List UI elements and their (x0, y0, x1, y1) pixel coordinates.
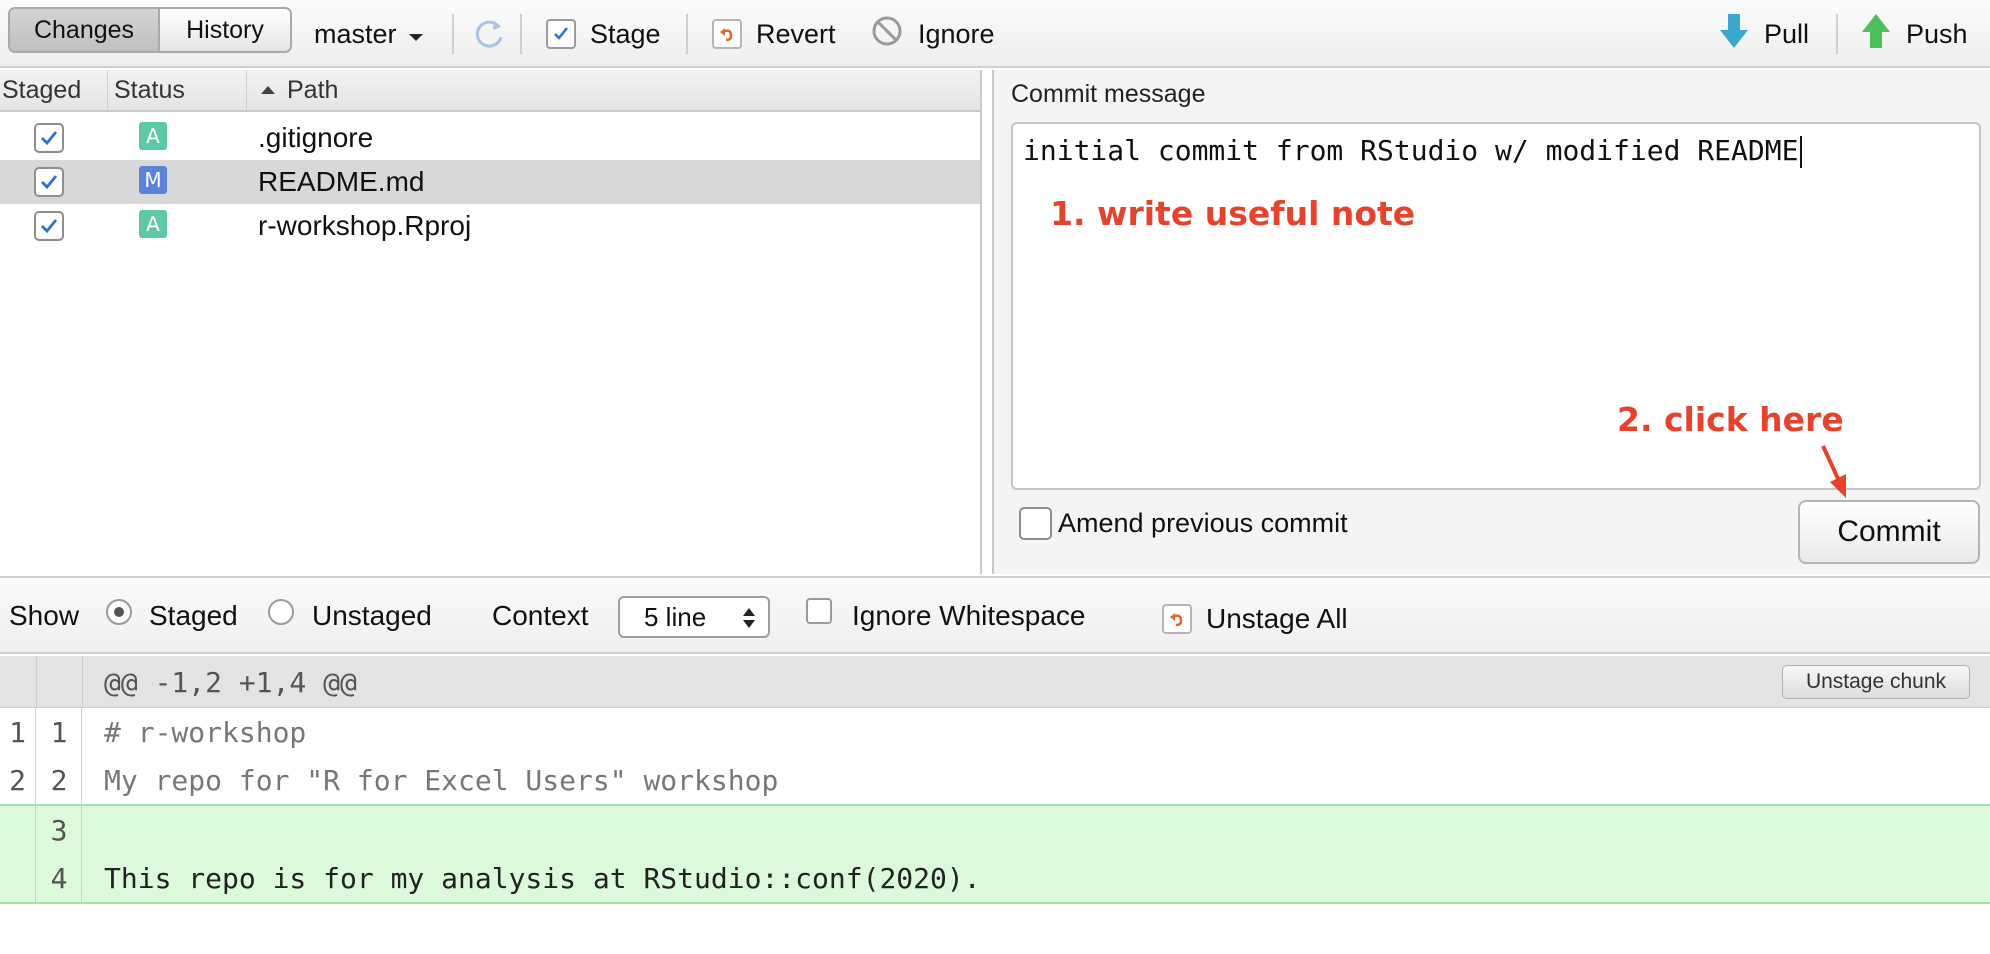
toolbar-divider (520, 14, 522, 54)
old-line-number (0, 806, 36, 854)
changed-files-table: Staged Status Path A .gitignore M README… (0, 70, 982, 574)
column-header-staged[interactable]: Staged (0, 70, 108, 110)
file-path: .gitignore (258, 122, 374, 153)
hunk-header: @@ -1,2 +1,4 @@ Unstage chunk (0, 656, 1990, 708)
checkmark-icon (41, 131, 58, 146)
push-label: Push (1906, 18, 1968, 49)
diff-line-text: My repo for "R for Excel Users" workshop (104, 763, 779, 797)
refresh-button[interactable] (470, 12, 508, 56)
staged-checkbox[interactable] (34, 167, 64, 197)
toolbar-divider (452, 14, 454, 54)
table-row[interactable]: M README.md (0, 160, 980, 204)
commit-pane: Commit message initial commit from RStud… (992, 70, 1990, 574)
old-line-number (0, 854, 36, 902)
amend-checkbox[interactable] (1019, 507, 1052, 540)
old-line-number: 1 (0, 708, 36, 756)
checkmark-icon (41, 175, 58, 190)
revert-icon (712, 19, 742, 49)
ignore-whitespace-label: Ignore Whitespace (852, 600, 1086, 631)
staged-checkbox[interactable] (34, 211, 64, 241)
sort-ascending-icon (261, 86, 275, 94)
toolbar-divider (1836, 14, 1838, 54)
file-path: README.md (258, 166, 425, 197)
new-line-number: 2 (37, 756, 82, 804)
refresh-icon (475, 20, 503, 48)
diff-line: 1 1 # r-workshop (0, 708, 1990, 756)
status-badge: A (139, 122, 167, 150)
stage-checkbox-icon (546, 19, 576, 49)
diff-line-added: 3 (0, 806, 1990, 854)
ignore-label: Ignore (918, 18, 995, 49)
added-block-border (0, 902, 1990, 904)
file-path: r-workshop.Rproj (258, 210, 472, 241)
column-header-path-label: Path (287, 75, 339, 104)
unstaged-radio-label: Unstaged (312, 600, 432, 631)
amend-label: Amend previous commit (1058, 508, 1348, 538)
revert-button[interactable]: Revert (712, 12, 836, 56)
table-row[interactable]: A r-workshop.Rproj (0, 204, 980, 248)
tab-history[interactable]: History (160, 9, 290, 51)
diff-line-added: 4 This repo is for my analysis at RStudi… (0, 854, 1990, 902)
hunk-gutter (0, 656, 83, 708)
staged-radio-label: Staged (149, 600, 238, 631)
tab-changes[interactable]: Changes (10, 9, 160, 51)
push-button[interactable]: Push (1860, 12, 1968, 56)
toolbar-divider (686, 14, 688, 54)
stage-label: Stage (590, 18, 661, 49)
chevron-down-icon (408, 33, 423, 41)
checkmark-icon (41, 219, 58, 234)
commit-message-label: Commit message (1011, 80, 1206, 108)
ignore-button[interactable]: Ignore (870, 12, 995, 56)
show-label: Show (9, 600, 80, 631)
context-select-value: 5 line (644, 601, 707, 632)
commit-message-value: initial commit from RStudio w/ modified … (1023, 134, 1799, 167)
unstaged-radio[interactable] (268, 599, 294, 625)
pull-button[interactable]: Pull (1718, 12, 1809, 56)
table-header: Staged Status Path (0, 70, 980, 112)
annotation-click-here: 2. click here (1617, 400, 1844, 439)
revert-label: Revert (756, 18, 836, 49)
diff-viewer: @@ -1,2 +1,4 @@ Unstage chunk 1 1 # r-wo… (0, 656, 1990, 954)
unstage-chunk-button[interactable]: Unstage chunk (1782, 665, 1970, 699)
hunk-header-text: @@ -1,2 +1,4 @@ (104, 665, 357, 699)
unstage-all-button[interactable]: Unstage All (1162, 578, 1348, 654)
status-badge: A (139, 210, 167, 238)
commit-message-text: initial commit from RStudio w/ modified … (1023, 134, 1803, 168)
branch-name: master (314, 18, 397, 49)
staged-radio[interactable] (106, 599, 132, 625)
commit-button[interactable]: Commit (1798, 500, 1980, 564)
column-header-path[interactable]: Path (247, 70, 980, 110)
unstage-all-label: Unstage All (1206, 603, 1348, 634)
branch-selector[interactable]: master (314, 12, 423, 56)
column-header-status[interactable]: Status (108, 70, 247, 110)
unstage-all-icon (1162, 604, 1192, 634)
diff-options-bar: Show Staged Unstaged Context 5 line Igno… (0, 576, 1990, 654)
diff-line-text: This repo is for my analysis at RStudio:… (104, 861, 981, 895)
context-label: Context (492, 600, 589, 631)
ignore-icon (870, 14, 904, 55)
stage-button[interactable]: Stage (546, 12, 661, 56)
select-arrows-icon (743, 608, 755, 628)
old-line-number: 2 (0, 756, 36, 804)
view-tabs: Changes History (8, 7, 292, 53)
pull-label: Pull (1764, 18, 1810, 49)
ignore-whitespace-checkbox[interactable] (806, 598, 832, 624)
staged-checkbox[interactable] (34, 123, 64, 153)
text-cursor (1800, 136, 1803, 168)
diff-line-text: # r-workshop (104, 715, 307, 749)
status-badge: M (139, 166, 167, 194)
pull-arrow-icon (1718, 12, 1750, 57)
diff-line: 2 2 My repo for "R for Excel Users" work… (0, 756, 1990, 804)
new-line-number: 4 (37, 854, 82, 902)
push-arrow-icon (1860, 12, 1892, 57)
table-row[interactable]: A .gitignore (0, 116, 980, 160)
new-line-number: 1 (37, 708, 82, 756)
context-select[interactable]: 5 line (618, 596, 770, 638)
new-line-number: 3 (37, 806, 82, 854)
git-toolbar: Changes History master Stage Revert Igno… (0, 0, 1990, 68)
annotation-write-note: 1. write useful note (1050, 194, 1416, 233)
